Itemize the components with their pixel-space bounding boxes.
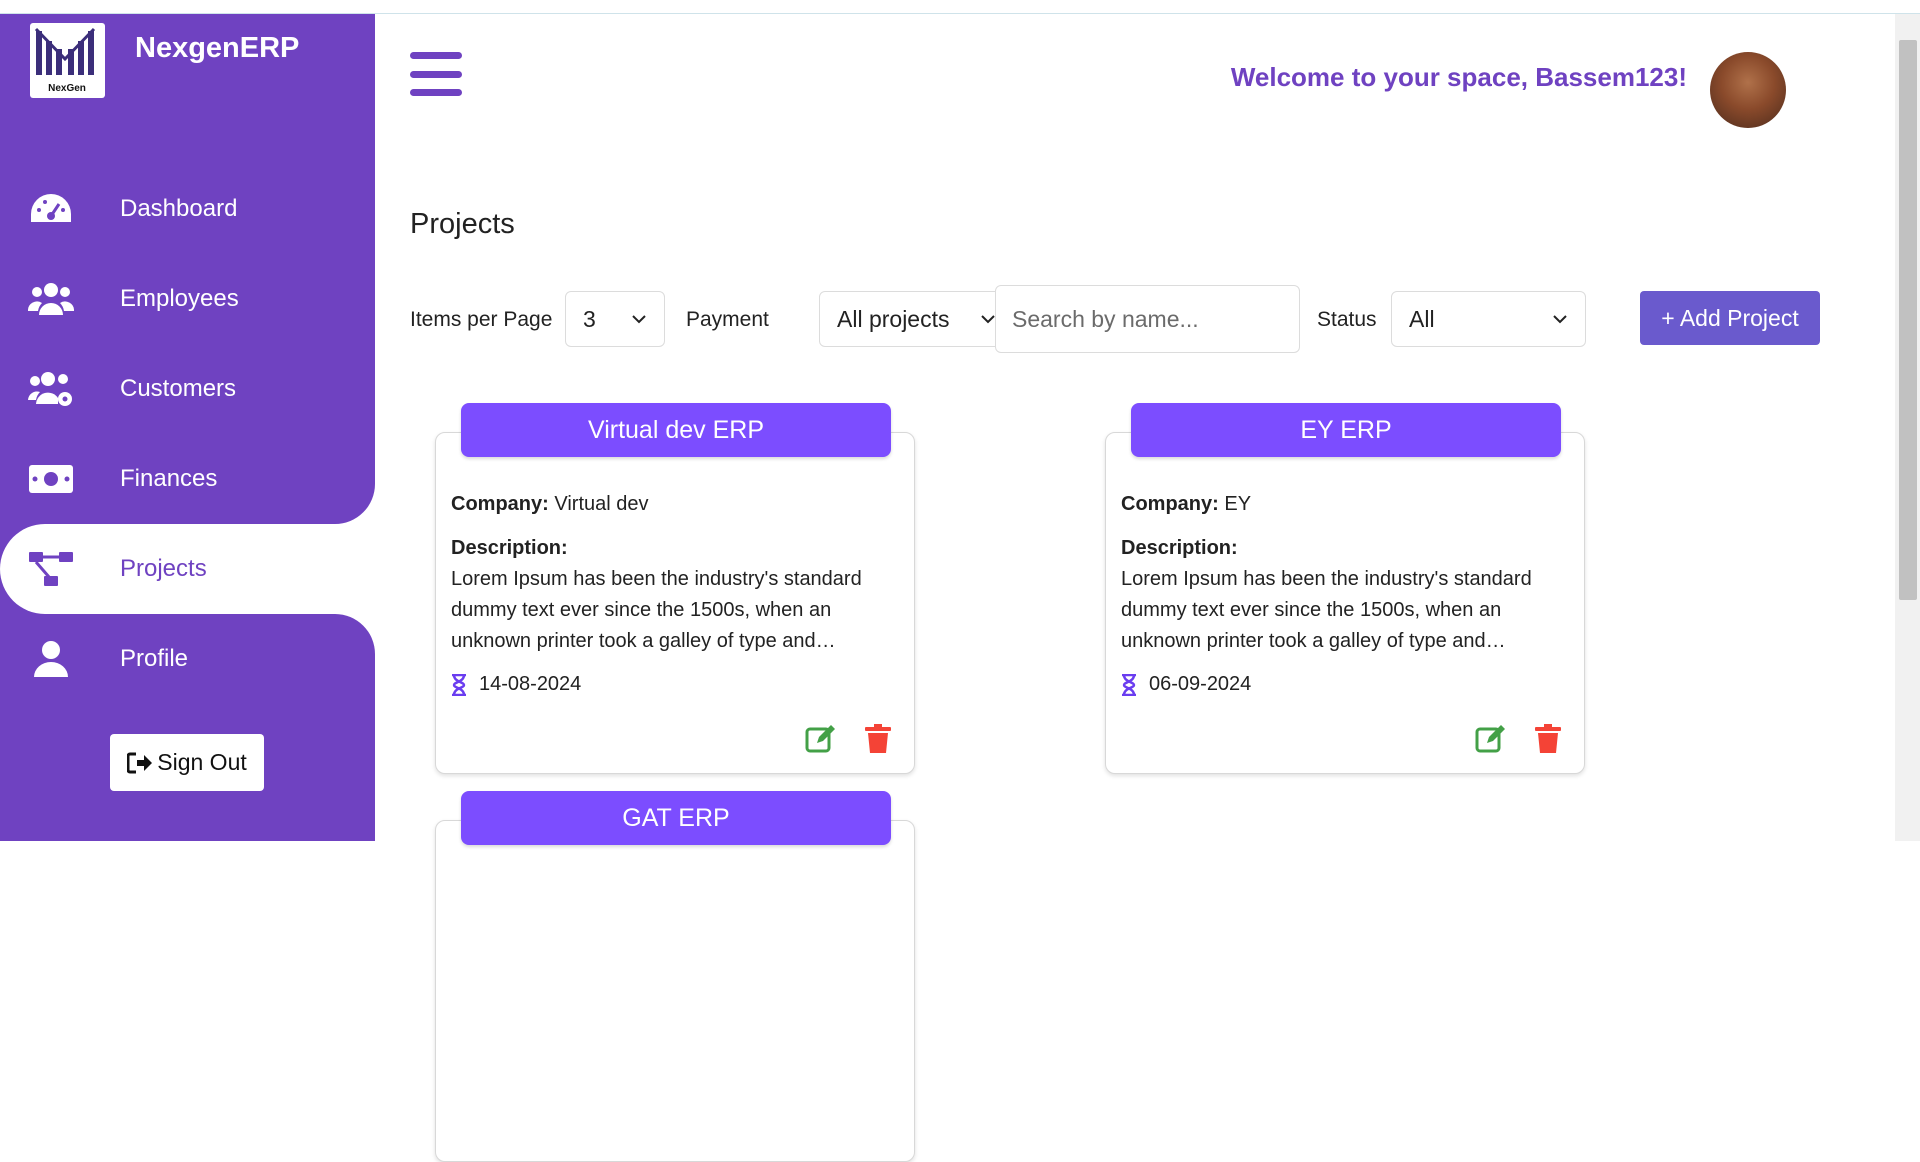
- browser-top-border: [0, 0, 1920, 14]
- sidebar-item-label: Finances: [120, 465, 218, 492]
- gauge-icon: [28, 186, 74, 232]
- sidebar-item-profile[interactable]: Profile: [0, 614, 375, 704]
- active-curve-top: [335, 484, 375, 524]
- items-per-page-label: Items per Page: [410, 308, 553, 331]
- items-per-page-select[interactable]: 3: [565, 291, 665, 347]
- project-date: 06-09-2024: [1149, 673, 1252, 695]
- company-row: Company: Virtual dev: [451, 489, 899, 520]
- project-card: EY ERP Company: EY Description: Lorem Ip…: [1105, 403, 1585, 774]
- project-diagram-icon: [28, 546, 74, 592]
- filter-bar: Items per Page 3 Payment All projects St…: [410, 285, 1830, 355]
- company-value: Virtual dev: [554, 493, 649, 515]
- users-cog-icon: [28, 366, 74, 412]
- project-card-title[interactable]: EY ERP: [1131, 403, 1561, 457]
- users-icon: [28, 276, 74, 322]
- project-card: GAT ERP: [435, 791, 915, 1162]
- add-project-button[interactable]: + Add Project: [1640, 291, 1820, 345]
- description-label: Description:: [451, 537, 568, 559]
- status-select[interactable]: All: [1391, 291, 1586, 347]
- main-content: Welcome to your space, Bassem123! Projec…: [375, 14, 1895, 1162]
- description-label: Description:: [1121, 537, 1238, 559]
- chevron-down-icon: [1553, 315, 1567, 324]
- description-section: Description: Lorem Ipsum has been the in…: [1121, 533, 1569, 657]
- sidebar-item-label: Projects: [120, 555, 207, 582]
- project-card: Virtual dev ERP Company: Virtual dev Des…: [435, 403, 915, 774]
- sidebar-item-label: Profile: [120, 645, 189, 672]
- edit-icon[interactable]: [1475, 723, 1507, 755]
- items-per-page-value: 3: [583, 305, 596, 332]
- brand-name: NexgenERP: [135, 32, 300, 64]
- project-card-title[interactable]: GAT ERP: [461, 791, 891, 845]
- status-label: Status: [1317, 308, 1377, 331]
- description-text: Lorem Ipsum has been the industry's stan…: [451, 568, 862, 652]
- sidebar-item-projects[interactable]: Projects: [0, 524, 375, 614]
- card-actions: [805, 723, 894, 755]
- description-text: Lorem Ipsum has been the industry's stan…: [1121, 568, 1532, 652]
- sidebar-item-customers[interactable]: Customers: [0, 344, 375, 434]
- sign-out-button[interactable]: Sign Out: [110, 734, 264, 791]
- welcome-message: Welcome to your space, Bassem123!: [1230, 62, 1687, 92]
- date-row: 06-09-2024: [1121, 669, 1569, 700]
- logo-text: NexGen: [48, 83, 86, 94]
- hourglass-icon: [1122, 673, 1136, 696]
- brand-logo[interactable]: NexGen: [30, 23, 105, 98]
- scrollbar-thumb[interactable]: [1899, 40, 1917, 600]
- date-row: 14-08-2024: [451, 669, 899, 700]
- status-value: All: [1409, 305, 1435, 332]
- page-title: Projects: [410, 208, 515, 240]
- delete-icon[interactable]: [862, 723, 894, 755]
- sidebar-item-finances[interactable]: Finances: [0, 434, 375, 524]
- avatar[interactable]: [1710, 52, 1786, 128]
- sign-out-icon: [127, 752, 153, 773]
- payment-value: All projects: [837, 305, 950, 332]
- hourglass-icon: [452, 673, 466, 696]
- hamburger-menu-icon[interactable]: [410, 52, 462, 96]
- description-section: Description: Lorem Ipsum has been the in…: [451, 533, 899, 657]
- company-label: Company:: [451, 493, 549, 515]
- sidebar-item-label: Employees: [120, 285, 239, 312]
- project-card-title[interactable]: Virtual dev ERP: [461, 403, 891, 457]
- sidebar-nav: Dashboard Employees Customers Finances P…: [0, 164, 375, 704]
- sign-out-label: Sign Out: [157, 749, 247, 775]
- sidebar-item-employees[interactable]: Employees: [0, 254, 375, 344]
- card-actions: [1475, 723, 1564, 755]
- project-date: 14-08-2024: [479, 673, 582, 695]
- project-card-body: Company: EY Description: Lorem Ipsum has…: [1121, 489, 1569, 700]
- company-row: Company: EY: [1121, 489, 1569, 520]
- payment-label: Payment: [686, 308, 769, 331]
- delete-icon[interactable]: [1532, 723, 1564, 755]
- sidebar-item-dashboard[interactable]: Dashboard: [0, 164, 375, 254]
- company-value: EY: [1224, 493, 1252, 515]
- sidebar-item-label: Customers: [120, 375, 237, 402]
- project-card-body: Company: Virtual dev Description: Lorem …: [451, 489, 899, 700]
- money-bill-icon: [28, 456, 74, 502]
- logo-graphic-icon: NexGen: [34, 27, 96, 94]
- sidebar: NexGen NexgenERP Dashboard Employees Cus…: [0, 14, 375, 841]
- edit-icon[interactable]: [805, 723, 837, 755]
- chevron-down-icon: [632, 315, 646, 324]
- payment-select[interactable]: All projects: [819, 291, 1014, 347]
- sidebar-item-label: Dashboard: [120, 195, 238, 222]
- search-input[interactable]: [995, 285, 1300, 353]
- company-label: Company:: [1121, 493, 1219, 515]
- user-icon: [28, 636, 74, 682]
